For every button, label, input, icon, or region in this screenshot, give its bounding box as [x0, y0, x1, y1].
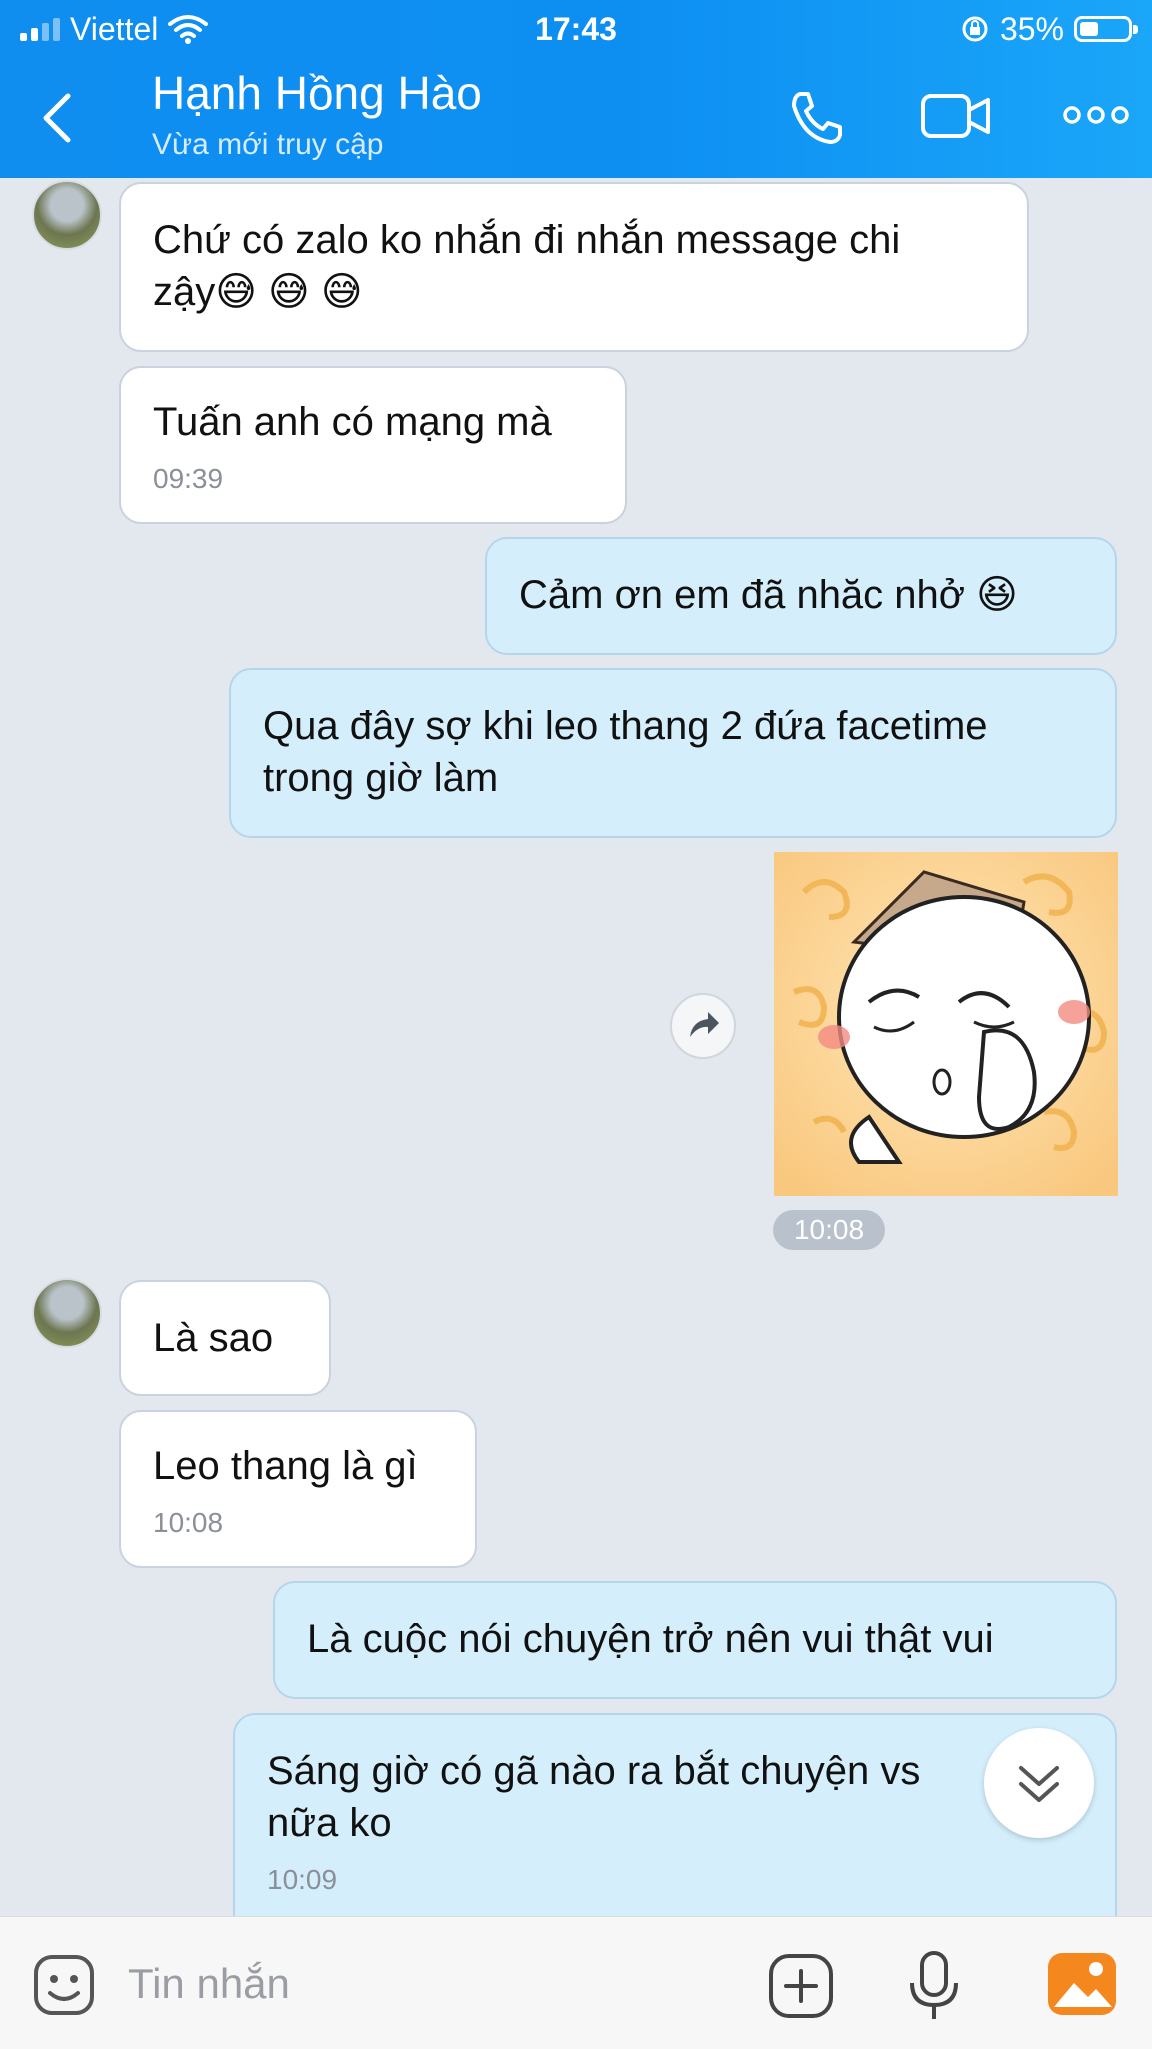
contact-avatar[interactable]	[32, 1278, 102, 1348]
chat-header: 17:43 Viettel 35% Hạnh Hồng Hào Vừa mới …	[0, 0, 1152, 178]
message-text: trong giờ làm	[263, 756, 499, 800]
carrier-name: Viettel	[70, 11, 159, 47]
message-input[interactable]	[126, 1953, 630, 2015]
share-button[interactable]	[670, 993, 736, 1059]
double-chevron-down-icon	[1019, 1766, 1059, 1802]
sticker-character-image	[774, 852, 1118, 1196]
scroll-to-bottom-button[interactable]	[984, 1728, 1094, 1838]
message-time: 10:08	[153, 1507, 224, 1538]
contact-status: Vừa mới truy cập	[152, 128, 384, 161]
message-text: zậy😅 😅 😅	[153, 270, 363, 314]
signal-icon	[20, 17, 60, 41]
battery-icon	[1074, 16, 1138, 42]
message-bubble-incoming[interactable]: Là sao	[119, 1280, 331, 1396]
message-text: Leo thang là gì	[153, 1444, 418, 1488]
message-time: 09:39	[153, 463, 224, 494]
sticker-face-icon[interactable]	[32, 1953, 96, 2017]
rotation-lock-icon	[962, 16, 988, 42]
message-bubble-incoming[interactable]: Leo thang là gì 10:08	[119, 1410, 477, 1568]
message-text: Qua đây sợ khi leo thang 2 đứa facetime	[263, 704, 988, 748]
message-bubble-incoming[interactable]: Chứ có zalo ko nhắn đi nhắn message chi …	[119, 182, 1029, 352]
message-time: 10:08	[773, 1210, 885, 1250]
message-composer	[0, 1916, 1152, 2049]
contact-name[interactable]: Hạnh Hồng Hào	[152, 66, 482, 120]
sticker-image[interactable]	[774, 852, 1118, 1196]
message-bubble-outgoing[interactable]: Cảm ơn em đã nhăc nhở 😆	[485, 537, 1117, 655]
message-text: Sáng giờ có gã nào ra bắt chuyện vs	[267, 1749, 921, 1793]
microphone-icon[interactable]	[906, 1949, 962, 2023]
plus-square-icon[interactable]	[768, 1953, 834, 2019]
share-arrow-icon	[690, 1012, 719, 1037]
phone-icon[interactable]	[786, 88, 846, 148]
status-left: Viettel	[20, 8, 209, 50]
message-bubble-incoming[interactable]: Tuấn anh có mạng mà 09:39	[119, 366, 627, 524]
message-text: Tuấn anh có mạng mà	[153, 400, 552, 444]
image-gallery-icon[interactable]	[1046, 1949, 1118, 2019]
message-bubble-outgoing[interactable]: Là cuộc nói chuyện trở nên vui thật vui	[273, 1581, 1117, 1699]
status-right: 35%	[960, 8, 1138, 50]
video-camera-icon[interactable]	[920, 88, 992, 144]
message-text: Là cuộc nói chuyện trở nên vui thật vui	[307, 1617, 994, 1661]
contact-avatar[interactable]	[32, 180, 102, 250]
message-time: 10:09	[267, 1864, 338, 1895]
back-chevron-icon[interactable]	[34, 88, 84, 148]
wifi-icon	[168, 15, 209, 44]
more-dots-icon[interactable]	[1062, 100, 1130, 130]
message-text: Cảm ơn em đã nhăc nhở 😆	[519, 573, 1018, 617]
battery-percent: 35%	[999, 11, 1064, 47]
message-text: Chứ có zalo ko nhắn đi nhắn message chi	[153, 218, 901, 262]
message-bubble-outgoing[interactable]: Qua đây sợ khi leo thang 2 đứa facetime …	[229, 668, 1117, 838]
message-text: nữa ko	[267, 1801, 392, 1845]
message-text: Là sao	[153, 1316, 274, 1360]
